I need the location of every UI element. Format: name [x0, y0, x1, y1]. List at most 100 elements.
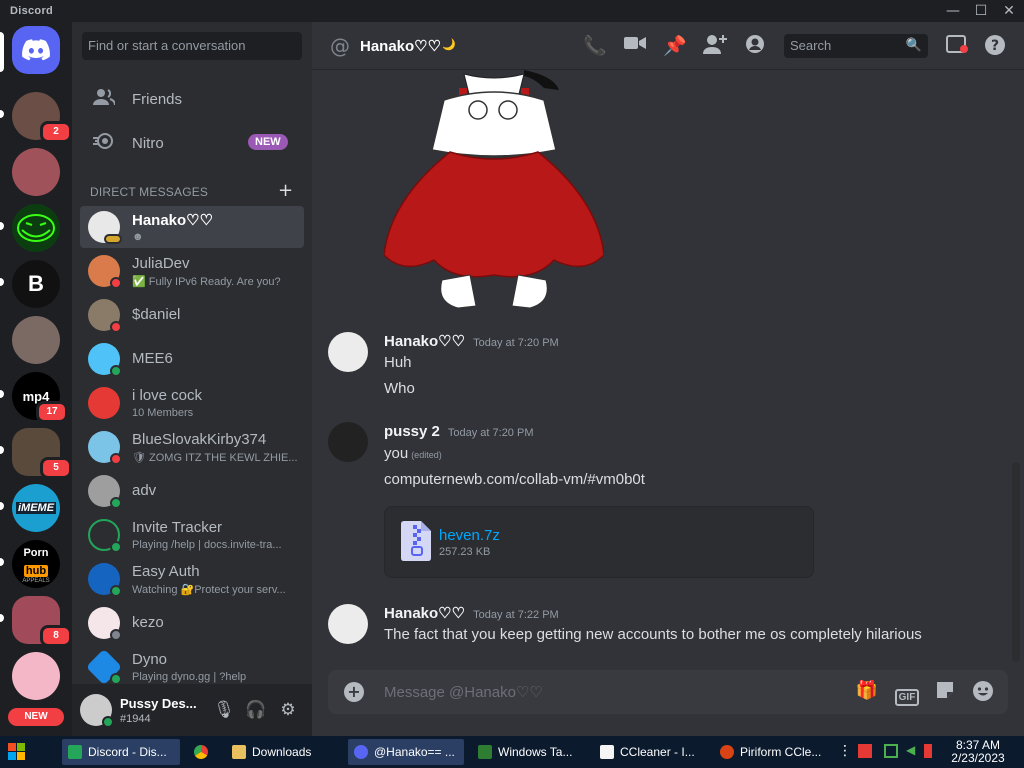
server-icon-bitcoin[interactable]: B	[12, 260, 60, 308]
taskbar-item-task-manager[interactable]: Windows Ta...	[472, 739, 588, 765]
appeals-label: APPEALS	[22, 578, 50, 584]
dm-item-easy-auth[interactable]: Easy Auth Watching 🔐Protect your serv...	[80, 558, 304, 600]
upload-plus-icon[interactable]: +	[344, 682, 364, 702]
server-icon-anime[interactable]	[12, 652, 60, 700]
taskbar-item-ccleaner[interactable]: CCleaner - I...	[594, 739, 710, 765]
dm-item-adv[interactable]: adv	[80, 470, 304, 512]
dm-member-count: 10 Members	[132, 407, 194, 419]
taskbar-label: CCleaner - I...	[620, 745, 695, 759]
message-author[interactable]: pussy 2 Today at 7:20 PM	[384, 423, 533, 440]
dm-item-mee6[interactable]: MEE6	[80, 338, 304, 380]
taskbar-item-piriform[interactable]: Piriform CCle...	[714, 739, 830, 765]
app-brand: Discord	[10, 5, 54, 17]
sidebar-item-nitro[interactable]: Nitro NEW	[80, 122, 304, 164]
emoji-icon[interactable]	[970, 680, 996, 704]
dm-name: adv	[132, 482, 157, 499]
gift-icon[interactable]: 🎁	[854, 680, 880, 704]
inbox-icon[interactable]	[944, 34, 970, 58]
add-friends-to-dm-icon[interactable]	[702, 34, 728, 58]
dm-item-kezo[interactable]: kezo	[80, 602, 304, 644]
network-tray-icon[interactable]	[884, 744, 898, 758]
dnd-status-icon	[110, 277, 122, 289]
create-dm-icon[interactable]: +	[278, 180, 293, 201]
dm-item-hanako[interactable]: Hanako♡♡ ☻	[80, 206, 304, 248]
chat-area: @ Hanako♡♡ 🌙 📞 📌 Search 🔍 ? Hanako♡♡ Tod…	[312, 22, 1024, 736]
archive-file-icon	[401, 521, 431, 561]
gif-button[interactable]: GIF	[894, 680, 920, 706]
dm-sidebar: Find or start a conversation Friends Nit…	[72, 22, 312, 736]
mention-badge: 8	[40, 625, 72, 647]
sidebar-item-friends[interactable]: Friends	[80, 78, 304, 120]
message-text[interactable]: computernewb.com/collab-vm/#vm0b0t	[384, 471, 645, 488]
volume-tray-icon[interactable]: ◀	[906, 743, 920, 757]
system-clock[interactable]: 8:37 AM 2/23/2023	[936, 739, 1020, 765]
message-composer[interactable]: + Message @Hanako♡♡ 🎁 GIF	[328, 670, 1008, 714]
video-call-icon[interactable]	[622, 34, 648, 58]
message-author[interactable]: Hanako♡♡ Today at 7:20 PM	[384, 332, 559, 350]
ccleaner-icon	[720, 745, 734, 759]
dm-item-blueslovakkirby[interactable]: BlueSlovakKirby374 🛡 ZOMG ITZ THE KEWL Z…	[80, 426, 304, 468]
dm-name: BlueSlovakKirby374	[132, 431, 267, 448]
clock-date: 2/23/2023	[951, 751, 1005, 765]
trollface-icon	[17, 214, 55, 242]
file-name-link[interactable]: heven.7z	[439, 527, 500, 544]
message-text: Huh	[384, 354, 412, 371]
headphones-icon[interactable]: 🎧	[244, 700, 268, 722]
server-icon-2[interactable]	[12, 148, 60, 196]
dm-item-dyno[interactable]: Dyno Playing dyno.gg | ?help	[80, 646, 304, 688]
friends-label: Friends	[132, 90, 183, 108]
message-timestamp: Today at 7:20 PM	[473, 337, 559, 349]
at-icon: @	[330, 34, 350, 58]
overflow-icon[interactable]: ⋮	[838, 743, 852, 759]
dm-item-group[interactable]: i love cock 10 Members	[80, 382, 304, 424]
online-status-icon	[110, 585, 122, 597]
image-attachment[interactable]	[384, 70, 604, 308]
voice-call-icon[interactable]: 📞	[582, 34, 608, 58]
chat-search-input[interactable]: Search 🔍	[784, 34, 928, 58]
start-button[interactable]	[8, 743, 26, 761]
user-profile-icon[interactable]	[742, 34, 768, 58]
dm-activity-text: Watching 🔐Protect your serv...	[132, 584, 286, 596]
sticker-icon[interactable]	[932, 680, 958, 704]
dm-item-juliadev[interactable]: JuliaDev ✅ Fully IPv6 Ready. Are you?	[80, 250, 304, 292]
taskbar-item-chrome[interactable]	[186, 739, 216, 765]
server-list: 2 B mp4 17 5 iMEME Porn hub APPEALS 8 NE…	[0, 22, 72, 736]
message-avatar[interactable]	[328, 604, 368, 644]
server-icon-hub[interactable]: Porn hub APPEALS	[12, 540, 60, 588]
taskbar-label: Downloads	[252, 745, 312, 759]
taskbar-item-discord-dm[interactable]: @Hanako== ...	[348, 739, 464, 765]
dm-recipient-name[interactable]: Hanako♡♡	[360, 37, 441, 55]
message-author[interactable]: Hanako♡♡ Today at 7:22 PM	[384, 604, 559, 622]
unread-indicator	[0, 278, 4, 286]
chrome-icon	[194, 745, 208, 759]
server-icon-3[interactable]	[12, 316, 60, 364]
dm-search-input[interactable]: Find or start a conversation	[82, 32, 302, 60]
settings-gear-icon[interactable]: ⚙	[276, 700, 300, 722]
taskbar-item-downloads[interactable]: Downloads	[226, 739, 342, 765]
security-tray-icon[interactable]	[924, 744, 932, 758]
message-timestamp: Today at 7:22 PM	[473, 609, 559, 621]
chat-scrollbar[interactable]	[1012, 462, 1020, 662]
pinned-messages-icon[interactable]: 📌	[662, 34, 688, 58]
dm-name: $daniel	[132, 306, 181, 323]
nitro-label: Nitro	[132, 134, 164, 152]
taskbar-item-discord[interactable]: Discord - Dis...	[62, 739, 180, 765]
home-button[interactable]	[12, 26, 60, 74]
server-icon-imeme[interactable]: iMEME	[12, 484, 60, 532]
minimize-button[interactable]: —	[940, 2, 966, 20]
message-input[interactable]: Message @Hanako♡♡	[384, 683, 543, 701]
dm-item-daniel[interactable]: $daniel	[80, 294, 304, 336]
flag-tray-icon[interactable]	[858, 744, 872, 758]
help-icon[interactable]: ?	[982, 34, 1008, 58]
microphone-icon[interactable]: 🎙	[212, 700, 236, 722]
document-icon	[600, 745, 614, 759]
dm-item-invite-tracker[interactable]: Invite Tracker Playing /help | docs.invi…	[80, 514, 304, 556]
online-status-icon	[110, 497, 122, 509]
close-window-button[interactable]: ✕	[996, 2, 1022, 20]
message-avatar[interactable]	[328, 422, 368, 462]
server-icon-trollface[interactable]	[12, 204, 60, 252]
mention-badge: 5	[40, 457, 72, 479]
message-avatar[interactable]	[328, 332, 368, 372]
unread-indicator	[0, 502, 4, 510]
maximize-button[interactable]: ☐	[968, 2, 994, 20]
